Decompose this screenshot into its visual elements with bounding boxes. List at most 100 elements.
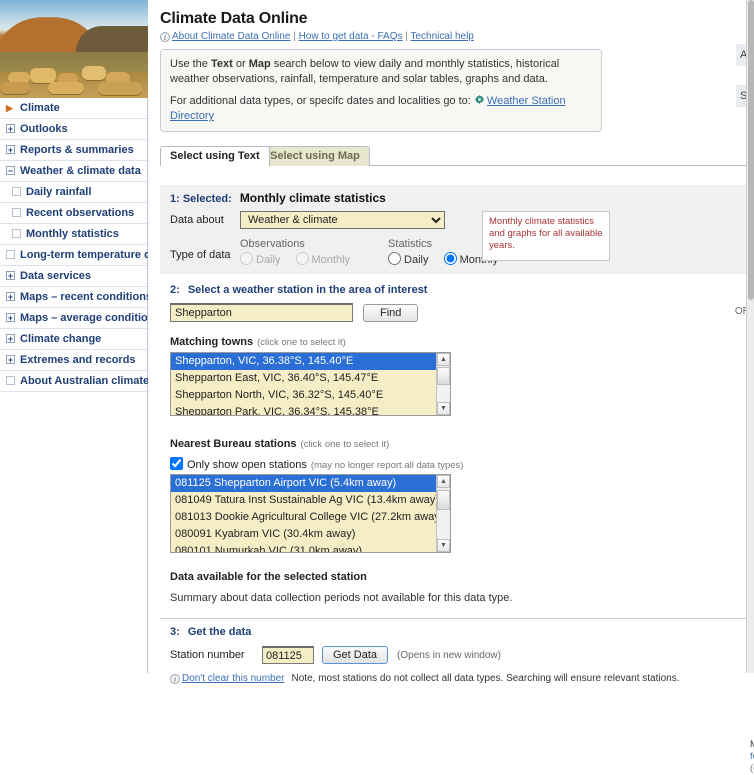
gear-icon [474,95,485,106]
data-about-select[interactable]: Weather & climate [240,211,445,229]
radio-observations-daily-input[interactable] [240,252,253,265]
banner-rock [48,82,84,94]
step1-note-box: Monthly climate statistics and graphs fo… [482,211,610,261]
sidebar-item-about-australian-climate[interactable]: .About Australian climate [0,371,147,392]
info-icon: i [170,674,180,684]
sidebar-item-recent-observations[interactable]: .Recent observations [0,203,147,224]
banner-rocks [0,62,148,98]
sidebar-item-maps-recent-conditions[interactable]: +Maps – recent conditions [0,287,147,308]
nearest-station-option[interactable]: 081125 Shepparton Airport VIC (5.4km awa… [171,475,450,492]
radio-statistics-monthly-input[interactable] [444,252,457,265]
get-data-button[interactable]: Get Data [322,646,388,664]
matching-towns-listbox[interactable]: Shepparton, VIC, 36.38°S, 145.40°ESheppa… [170,352,451,416]
only-open-stations-checkbox[interactable] [170,457,183,470]
matching-town-option[interactable]: Shepparton North, VIC, 36.32°S, 145.40°E [171,387,450,404]
only-open-stations-hint: (may no longer report all data types) [311,460,464,471]
nearest-station-option[interactable]: 081049 Tatura Inst Sustainable Ag VIC (1… [171,492,450,509]
expand-plus-icon[interactable]: + [6,271,15,280]
sidebar-item-monthly-statistics[interactable]: .Monthly statistics [0,224,147,245]
radio-statistics-daily[interactable]: Daily [388,254,428,266]
page-scrollbar-thumb[interactable] [748,0,754,300]
expand-plus-icon[interactable]: + [6,355,15,364]
matching-town-option[interactable]: Shepparton Park, VIC, 36.34°S, 145.38°E [171,404,450,416]
type-of-data-row: Type of data Observations Daily Monthly … [170,235,754,266]
sidebar-item-climate-change[interactable]: + Climate change [0,329,147,350]
scroll-down-icon[interactable]: ▼ [437,402,450,415]
sidebar-item-weather-climate-data[interactable]: −Weather & climate data [0,161,147,182]
link-how-to-get-data-faqs[interactable]: How to get data - FAQs [299,31,403,42]
page-scrollbar[interactable] [746,0,754,673]
sidebar-item-label: Maps – recent conditions [20,291,152,303]
sidebar-item-data-services[interactable]: +Data services [0,266,147,287]
left-sidebar: ▶Climate+Outlooks+Reports & summaries−We… [0,0,148,673]
sidebar-item-label: Long-term temperature data [20,249,167,261]
expand-plus-icon[interactable]: + [6,334,15,343]
sidebar-item-extremes-and-records[interactable]: +Extremes and records [0,350,147,371]
sidebar-item-long-term-temperature-data[interactable]: .Long-term temperature data [0,245,147,266]
sidebar-item-label: Maps – average conditions [20,312,161,324]
matching-town-option[interactable]: Shepparton, VIC, 36.38°S, 145.40°E [171,353,450,370]
scrollbar-thumb[interactable] [437,490,450,510]
data-about-row: Data about Weather & climate [170,211,754,229]
step1-section: 1: Selected: Monthly climate statistics … [160,185,754,274]
info-icon: i [160,32,170,42]
bullet-blank-icon: . [12,229,21,238]
banner-rock [82,66,106,80]
link-separator: | [290,31,298,42]
nearest-station-option[interactable]: 080101 Numurkah VIC (31.0km away) [171,543,450,553]
step3-heading: Get the data [188,626,252,638]
scroll-down-icon[interactable]: ▼ [437,539,450,552]
more-info-link-row[interactable]: for the selected station [750,751,754,763]
sidebar-item-label: Weather & climate data [20,165,141,177]
radio-statistics-daily-input[interactable] [388,252,401,265]
sidebar-item-reports-summaries[interactable]: +Reports & summaries [0,140,147,161]
scrollbar-thumb[interactable] [437,367,450,385]
tab-select-using-text[interactable]: Select using Text [160,146,270,166]
nearest-station-option[interactable]: 080091 Kyabram VIC (30.4km away) [171,526,450,543]
sidebar-item-outlooks[interactable]: +Outlooks [0,119,147,140]
radio-observations-monthly-input[interactable] [296,252,309,265]
more-info-title: More information: [750,739,754,751]
observations-radios: Daily Monthly [240,252,362,266]
scroll-up-icon[interactable]: ▲ [437,475,450,488]
link-dont-clear-this-number[interactable]: Don't clear this number [182,673,285,684]
page-title: Climate Data Online [160,10,754,28]
intro-bold-text: Text [211,58,233,70]
expand-plus-icon[interactable]: + [6,313,15,322]
step3-footnote: iDon't clear this numberNote, most stati… [170,673,754,690]
observations-group: Observations Daily Monthly [240,238,362,266]
radio-observations-daily[interactable]: Daily [240,254,280,266]
nearest-stations-scrollbar[interactable]: ▲ ▼ [436,475,450,552]
sidebar-item-daily-rainfall[interactable]: .Daily rainfall [0,182,147,203]
station-number-label: Station number [170,649,262,661]
matching-town-option[interactable]: Shepparton East, VIC, 36.40°S, 145.47°E [171,370,450,387]
expand-plus-icon[interactable]: + [6,145,15,154]
expand-plus-icon[interactable]: + [6,292,15,301]
town-search-input[interactable] [170,303,353,322]
nearest-station-option[interactable]: 081013 Dookie Agricultural College VIC (… [171,509,450,526]
matching-towns-scrollbar[interactable]: ▲ ▼ [436,353,450,415]
sidebar-item-maps-average-conditions[interactable]: +Maps – average conditions [0,308,147,329]
link-about-climate-data-online[interactable]: About Climate Data Online [172,31,290,42]
collapse-minus-icon[interactable]: − [6,166,15,175]
main-content: Climate Data Online iAbout Climate Data … [148,0,754,673]
sidebar-item-label: Climate change [20,333,101,345]
scroll-up-icon[interactable]: ▲ [437,353,450,366]
only-open-stations-checkbox-label[interactable]: Only show open stations [170,459,307,471]
arrow-right-icon: ▶ [6,101,15,115]
link-technical-help[interactable]: Technical help [410,31,473,42]
only-open-stations-row: Only show open stations (may no longer re… [170,457,754,471]
tab-bar: Select using Text Select using Map [160,146,754,166]
find-button[interactable]: Find [363,304,418,322]
nearest-stations-listbox[interactable]: 081125 Shepparton Airport VIC (5.4km awa… [170,474,451,553]
station-number-input[interactable] [262,646,314,664]
banner-photo-desert-landscape [0,0,148,98]
step2-heading: Select a weather station in the area of … [188,284,428,296]
radio-observations-monthly[interactable]: Monthly [296,254,351,266]
expand-plus-icon[interactable]: + [6,124,15,133]
sidebar-item-label: Daily rainfall [26,186,91,198]
sidebar-item-label: Climate [20,102,60,114]
link-for-the-selected-station[interactable]: for the selected station [750,751,754,762]
sidebar-item-climate[interactable]: ▶ Climate [0,98,147,119]
tab-select-using-map[interactable]: Select using Map [260,146,370,166]
